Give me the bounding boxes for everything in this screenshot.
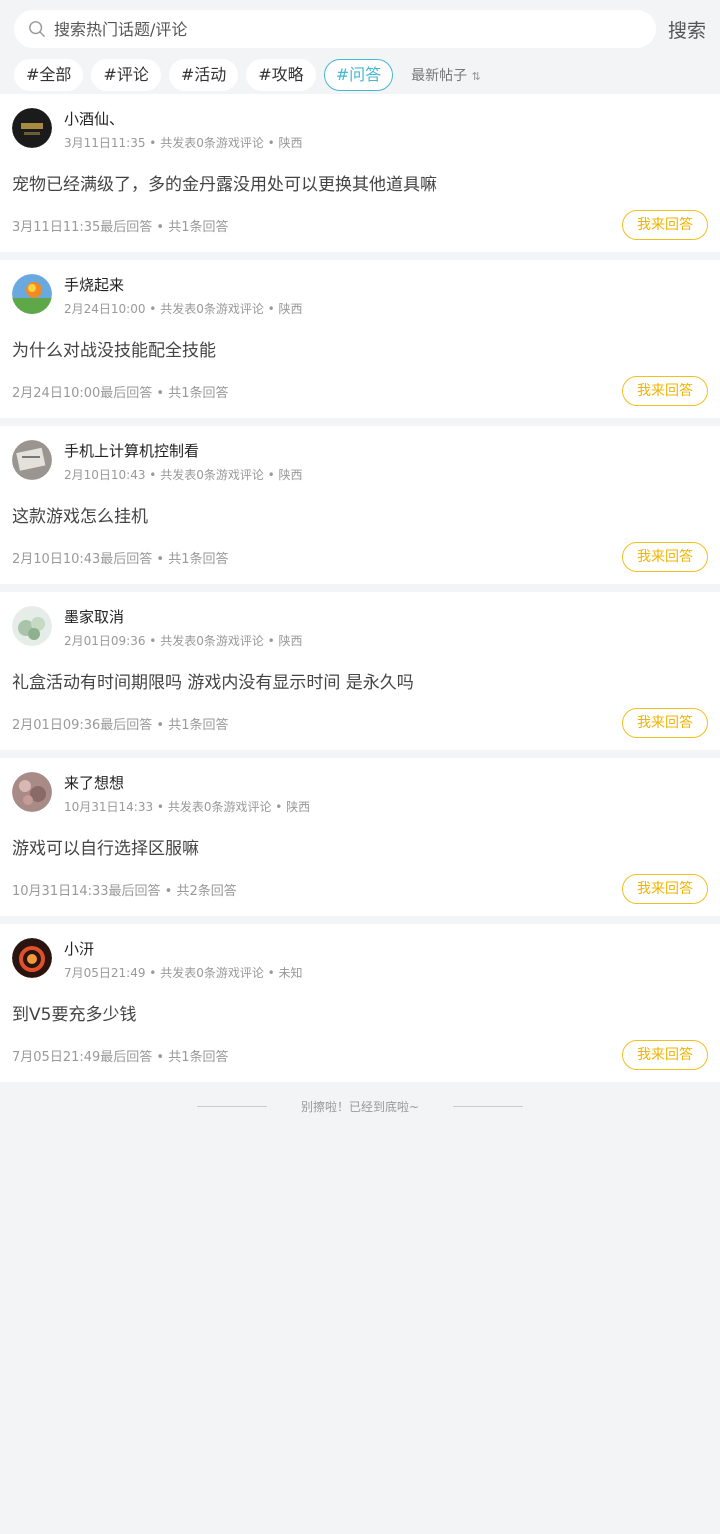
sort-label: 最新帖子 bbox=[411, 68, 468, 84]
answer-button[interactable]: 我来回答 bbox=[622, 376, 708, 406]
answer-button[interactable]: 我来回答 bbox=[622, 874, 708, 904]
post-meta: 2月01日09:36 • 共发表0条游戏评论 • 陕西 bbox=[64, 634, 303, 648]
sort-dropdown[interactable]: 最新帖子 ⇅ bbox=[411, 65, 481, 85]
answer-info: 3月11日11:35最后回答 • 共1条回答 bbox=[12, 219, 229, 235]
post-card[interactable]: 手机上计算机控制看 2月10日10:43 • 共发表0条游戏评论 • 陕西 这款… bbox=[0, 426, 720, 584]
post-meta: 2月10日10:43 • 共发表0条游戏评论 • 陕西 bbox=[64, 468, 303, 482]
question-text[interactable]: 礼盒活动有时间期限吗 游戏内没有显示时间 是永久吗 bbox=[12, 671, 708, 695]
tag-review[interactable]: #评论 bbox=[91, 59, 161, 91]
post-header: 墨家取消 2月01日09:36 • 共发表0条游戏评论 • 陕西 bbox=[12, 606, 708, 652]
search-input[interactable] bbox=[52, 18, 642, 40]
post-meta: 10月31日14:33 • 共发表0条游戏评论 • 陕西 bbox=[64, 800, 311, 814]
post-footer: 3月11日11:35最后回答 • 共1条回答 我来回答 bbox=[12, 210, 708, 240]
post-card[interactable]: 墨家取消 2月01日09:36 • 共发表0条游戏评论 • 陕西 礼盒活动有时间… bbox=[0, 592, 720, 750]
question-text[interactable]: 为什么对战没技能配全技能 bbox=[12, 339, 708, 363]
question-text[interactable]: 游戏可以自行选择区服嘛 bbox=[12, 837, 708, 861]
post-header: 手烧起来 2月24日10:00 • 共发表0条游戏评论 • 陕西 bbox=[12, 274, 708, 320]
post-footer: 2月10日10:43最后回答 • 共1条回答 我来回答 bbox=[12, 542, 708, 572]
user-name[interactable]: 手机上计算机控制看 bbox=[64, 440, 303, 462]
list-end-indicator: 别擦啦！已经到底啦~ bbox=[0, 1090, 720, 1122]
post-meta: 3月11日11:35 • 共发表0条游戏评论 • 陕西 bbox=[64, 136, 303, 150]
avatar[interactable] bbox=[12, 108, 52, 148]
user-name[interactable]: 小酒仙、 bbox=[64, 108, 303, 130]
answer-info: 2月24日10:00最后回答 • 共1条回答 bbox=[12, 385, 229, 401]
search-button[interactable]: 搜索 bbox=[668, 16, 706, 43]
tag-guide[interactable]: #攻略 bbox=[246, 59, 316, 91]
post-header: 小酒仙、 3月11日11:35 • 共发表0条游戏评论 • 陕西 bbox=[12, 108, 708, 154]
user-name[interactable]: 墨家取消 bbox=[64, 606, 303, 628]
sort-icon: ⇅ bbox=[471, 70, 481, 83]
post-footer: 7月05日21:49最后回答 • 共1条回答 我来回答 bbox=[12, 1040, 708, 1070]
post-meta: 7月05日21:49 • 共发表0条游戏评论 • 未知 bbox=[64, 966, 303, 980]
avatar[interactable] bbox=[12, 938, 52, 978]
tag-filter-row: #全部 #评论 #活动 #攻略 #问答 最新帖子 ⇅ bbox=[14, 59, 706, 91]
question-text[interactable]: 到V5要充多少钱 bbox=[12, 1003, 708, 1027]
post-card[interactable]: 来了想想 10月31日14:33 • 共发表0条游戏评论 • 陕西 游戏可以自行… bbox=[0, 758, 720, 916]
post-footer: 2月24日10:00最后回答 • 共1条回答 我来回答 bbox=[12, 376, 708, 406]
top-bar: 搜索 #全部 #评论 #活动 #攻略 #问答 最新帖子 ⇅ bbox=[0, 0, 720, 94]
post-card[interactable]: 手烧起来 2月24日10:00 • 共发表0条游戏评论 • 陕西 为什么对战没技… bbox=[0, 260, 720, 418]
avatar[interactable] bbox=[12, 274, 52, 314]
question-text[interactable]: 这款游戏怎么挂机 bbox=[12, 505, 708, 529]
post-list: 小酒仙、 3月11日11:35 • 共发表0条游戏评论 • 陕西 宠物已经满级了… bbox=[0, 94, 720, 1082]
avatar[interactable] bbox=[12, 772, 52, 812]
tag-event[interactable]: #活动 bbox=[168, 59, 239, 91]
tag-qa[interactable]: #问答 bbox=[323, 59, 394, 91]
user-name[interactable]: 小汧 bbox=[64, 938, 303, 960]
post-header: 手机上计算机控制看 2月10日10:43 • 共发表0条游戏评论 • 陕西 bbox=[12, 440, 708, 486]
end-text: 别擦啦！已经到底啦~ bbox=[300, 1099, 420, 1114]
user-name[interactable]: 来了想想 bbox=[64, 772, 310, 794]
divider-line bbox=[196, 1105, 267, 1107]
post-footer: 2月01日09:36最后回答 • 共1条回答 我来回答 bbox=[12, 708, 708, 738]
avatar[interactable] bbox=[12, 606, 52, 646]
question-text[interactable]: 宠物已经满级了，多的金丹露没用处可以更换其他道具嘛 bbox=[12, 173, 708, 197]
post-card[interactable]: 小汧 7月05日21:49 • 共发表0条游戏评论 • 未知 到V5要充多少钱 … bbox=[0, 924, 720, 1082]
answer-button[interactable]: 我来回答 bbox=[622, 708, 708, 738]
search-icon bbox=[29, 21, 45, 37]
post-header: 小汧 7月05日21:49 • 共发表0条游戏评论 • 未知 bbox=[12, 938, 708, 984]
post-meta: 2月24日10:00 • 共发表0条游戏评论 • 陕西 bbox=[64, 302, 303, 316]
post-header: 来了想想 10月31日14:33 • 共发表0条游戏评论 • 陕西 bbox=[12, 772, 708, 818]
user-name[interactable]: 手烧起来 bbox=[64, 274, 303, 296]
answer-info: 2月10日10:43最后回答 • 共1条回答 bbox=[12, 551, 229, 567]
search-box[interactable] bbox=[14, 10, 656, 48]
search-row: 搜索 bbox=[14, 10, 706, 48]
post-card[interactable]: 小酒仙、 3月11日11:35 • 共发表0条游戏评论 • 陕西 宠物已经满级了… bbox=[0, 94, 720, 252]
answer-info: 7月05日21:49最后回答 • 共1条回答 bbox=[12, 1049, 229, 1065]
answer-info: 2月01日09:36最后回答 • 共1条回答 bbox=[12, 717, 229, 733]
answer-button[interactable]: 我来回答 bbox=[622, 210, 708, 240]
answer-button[interactable]: 我来回答 bbox=[622, 1040, 708, 1070]
answer-info: 10月31日14:33最后回答 • 共2条回答 bbox=[12, 883, 237, 899]
divider-line bbox=[453, 1105, 524, 1107]
answer-button[interactable]: 我来回答 bbox=[622, 542, 708, 572]
tag-all[interactable]: #全部 bbox=[14, 59, 84, 91]
post-footer: 10月31日14:33最后回答 • 共2条回答 我来回答 bbox=[12, 874, 708, 904]
avatar[interactable] bbox=[12, 440, 52, 480]
